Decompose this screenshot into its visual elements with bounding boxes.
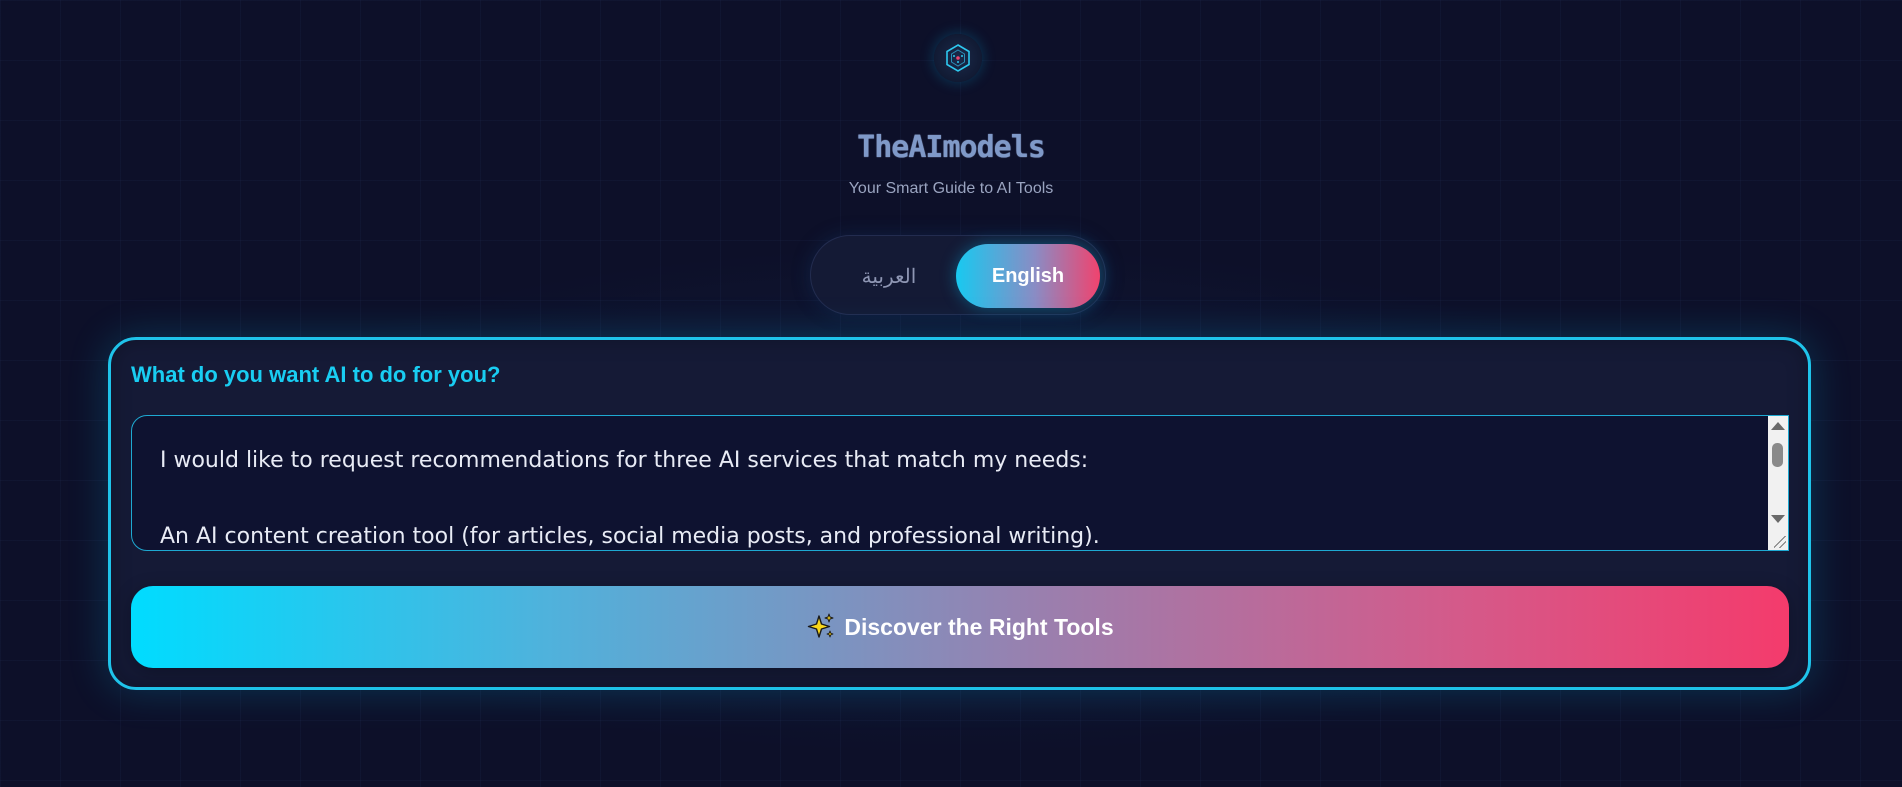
- brand-title: TheAImodels: [857, 130, 1046, 165]
- scroll-up-arrow-icon[interactable]: [1771, 422, 1785, 430]
- brand-logo: [934, 34, 982, 82]
- hexagon-network-icon: [946, 44, 970, 72]
- language-toggle: العربية English: [810, 235, 1106, 315]
- sparkles-icon: [806, 612, 836, 642]
- language-option-english[interactable]: English: [956, 244, 1100, 308]
- prompt-label: What do you want AI to do for you?: [131, 362, 501, 387]
- prompt-card: What do you want AI to do for you? I wou…: [108, 337, 1811, 690]
- scroll-thumb[interactable]: [1772, 443, 1783, 467]
- brand-subtitle: Your Smart Guide to AI Tools: [848, 180, 1054, 197]
- language-option-arabic[interactable]: العربية: [819, 244, 959, 308]
- prompt-text[interactable]: I would like to request recommendations …: [132, 416, 1762, 550]
- discover-tools-button[interactable]: Discover the Right Tools: [131, 586, 1789, 668]
- scroll-down-arrow-icon[interactable]: [1771, 515, 1785, 523]
- textarea-scrollbar[interactable]: [1768, 416, 1788, 550]
- prompt-textarea[interactable]: I would like to request recommendations …: [131, 415, 1789, 551]
- discover-button-label: Discover the Right Tools: [844, 613, 1114, 640]
- resize-grip-icon[interactable]: [1774, 536, 1786, 548]
